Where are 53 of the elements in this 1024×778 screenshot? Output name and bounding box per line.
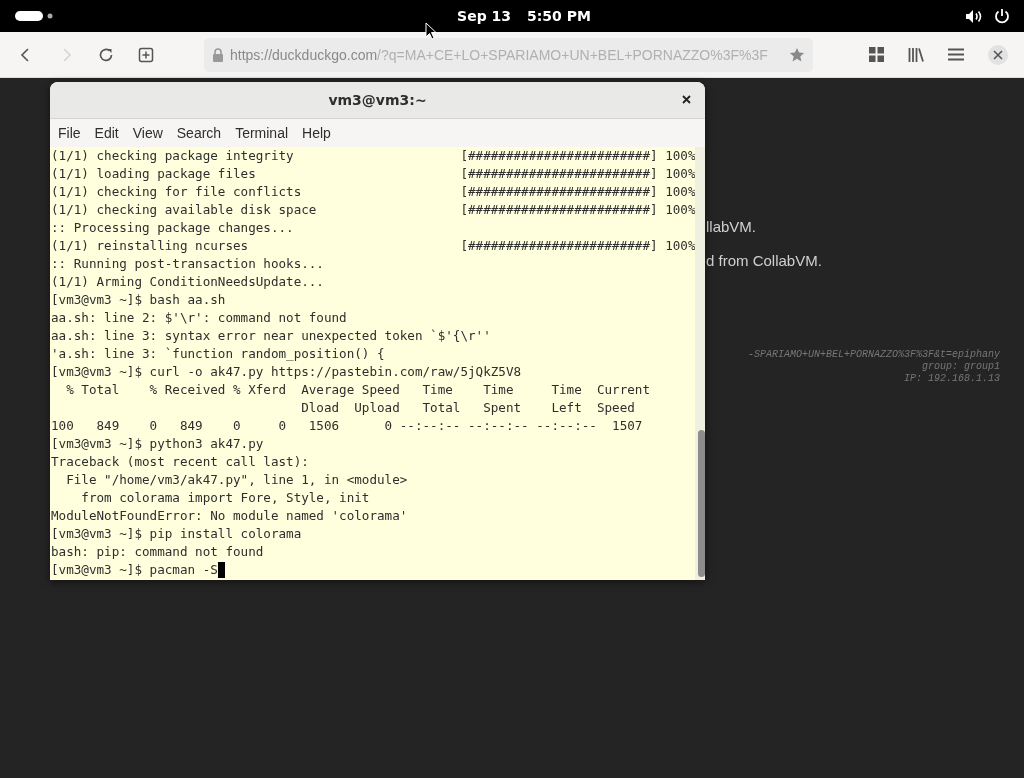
terminal-line: bash: pip: command not found	[51, 543, 264, 561]
terminal-line: [vm3@vm3 ~]$ pacman -S	[51, 561, 218, 579]
terminal-line: [vm3@vm3 ~]$ curl -o ak47.py https://pastebin.com/raw/5jQkZ5V8	[51, 363, 522, 381]
close-icon	[682, 95, 691, 104]
terminal-line: :: Processing package changes...	[51, 219, 294, 237]
info-text: -SPARIAMO+UN+BEL+PORNAZZO%3F%3F&t=epiphany	[747, 349, 1000, 361]
close-button[interactable]	[988, 44, 1008, 65]
text-cursor	[217, 562, 225, 578]
menu-icon[interactable]	[948, 48, 964, 61]
terminal-line: 'a.sh: line 3: `function random_position() {	[51, 345, 385, 363]
terminal-line: [vm3@vm3 ~]$ python3 ak47.py	[51, 435, 264, 453]
terminal-line: [vm3@vm3 ~]$ pip install colorama	[51, 525, 302, 543]
time-label[interactable]: 5:50 PM	[527, 8, 591, 24]
terminal-line: aa.sh: line 3: syntax error near unexpected token `$'{\r''	[51, 327, 491, 345]
page-text: llabVM.	[706, 218, 758, 235]
terminal-line: :: Running post-transaction hooks...	[51, 255, 324, 273]
terminal-line: (1/1) checking package integrity [########################] 100%	[51, 147, 696, 165]
volume-icon[interactable]	[965, 8, 982, 24]
menu-item[interactable]: Search	[176, 125, 222, 141]
terminal-line: 100 849 0 849 0 0 1506 0 --:--:-- --:--:-- --:--:-- 1507	[51, 417, 643, 435]
terminal-line: File "/home/vm3/ak47.py", line 1, in <module>	[65, 471, 408, 489]
window-title: vm3@vm3:~	[328, 92, 427, 108]
terminal-line: (1/1) reinstalling ncurses [########################] 100%	[51, 237, 696, 255]
lock-icon	[212, 47, 224, 62]
tabs-overview-icon[interactable]	[869, 47, 884, 62]
close-button[interactable]	[682, 95, 693, 106]
terminal-line: (1/1) loading package files [########################] 100%	[51, 165, 696, 183]
terminal-line: (1/1) checking available disk space [########################] 100%	[51, 201, 696, 219]
power-icon[interactable]	[994, 8, 1010, 24]
activities-icon[interactable]	[15, 11, 53, 21]
terminal-line: from colorama import Fore, Style, init	[80, 489, 370, 507]
terminal-line: Dload Upload Total Spent Left Speed	[300, 399, 635, 417]
terminal-line: % Total % Received % Xferd Average Speed Time Time Time Current	[65, 381, 650, 399]
menu-item[interactable]: Terminal	[235, 125, 289, 141]
menu-item[interactable]: View	[132, 125, 163, 141]
terminal-line: (1/1) Arming ConditionNeedsUpdate...	[51, 273, 324, 291]
close-icon	[993, 49, 1003, 60]
date-label[interactable]: Sep 13	[457, 8, 512, 24]
terminal-line: aa.sh: line 2: $'\r': command not found	[51, 309, 347, 327]
menu-item[interactable]: Edit	[94, 125, 119, 141]
menu-item[interactable]: File	[58, 125, 81, 141]
terminal-line: Traceback (most recent call last):	[51, 453, 309, 471]
page-text: d from CollabVM.	[706, 252, 823, 269]
info-text: group: group1	[922, 361, 1000, 373]
terminal-line: (1/1) checking for file conflicts [########################] 100%	[51, 183, 696, 201]
scrollbar-thumb[interactable]	[698, 430, 705, 577]
menu-item[interactable]: Help	[302, 125, 331, 141]
terminal-line: [vm3@vm3 ~]$ bash aa.sh	[51, 291, 226, 309]
info-text: IP: 192.168.1.13	[904, 373, 1000, 385]
terminal-line: ModuleNotFoundError: No module named 'colorama'	[51, 507, 408, 525]
url-text: https://duckduckgo.com/?q=MA+CE+LO+SPARIAMO+UN+BEL+PORNAZZO%3F%3F	[230, 46, 769, 63]
library-icon[interactable]	[908, 47, 924, 62]
bookmark-star-icon[interactable]	[789, 46, 805, 63]
